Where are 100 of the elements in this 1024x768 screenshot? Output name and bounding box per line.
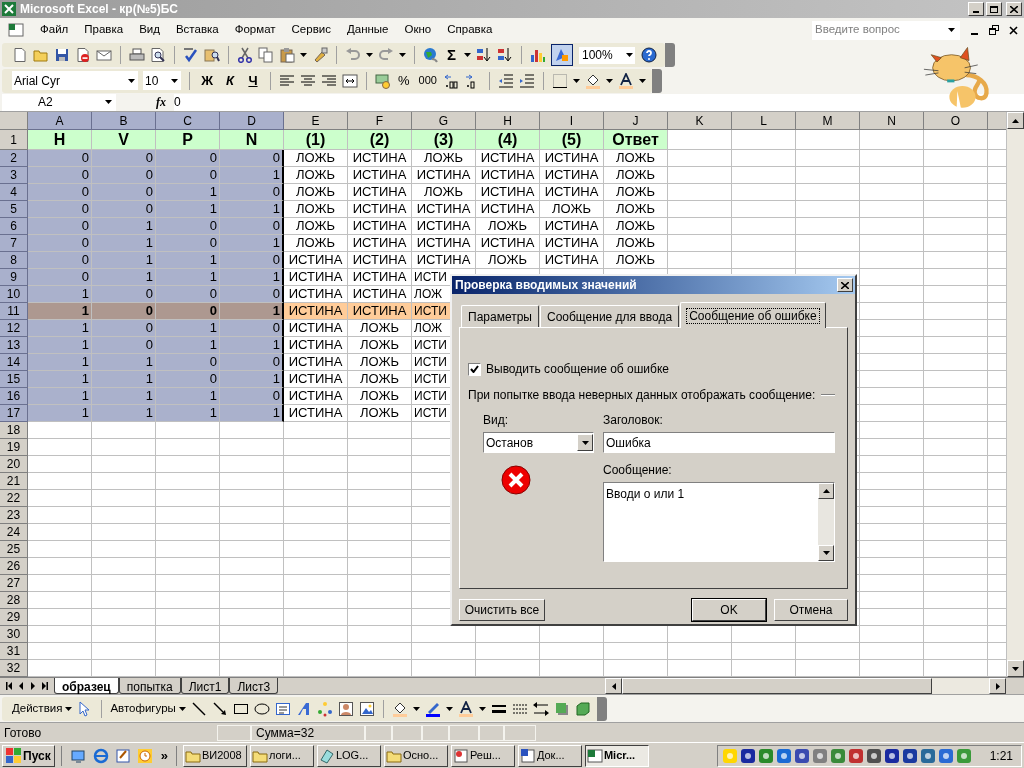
caret-icon[interactable] — [464, 53, 471, 57]
row-header[interactable]: 1 — [0, 130, 28, 150]
row-header[interactable]: 7 — [0, 235, 28, 252]
copy-icon[interactable] — [258, 47, 274, 63]
permission-icon[interactable] — [75, 47, 91, 63]
row-header[interactable]: 17 — [0, 405, 28, 422]
style-dropdown[interactable]: Останов — [483, 432, 594, 453]
checkbox[interactable] — [468, 362, 481, 376]
spelling-icon[interactable] — [183, 47, 199, 63]
paste-icon[interactable] — [279, 47, 295, 63]
toolbar-options-button[interactable] — [596, 696, 607, 721]
wordart-icon[interactable] — [295, 700, 312, 717]
print-icon[interactable] — [129, 47, 145, 63]
tray-icon[interactable] — [775, 747, 792, 764]
actions-menu-button[interactable]: Действия — [12, 699, 73, 718]
dialog-tab[interactable]: Параметры — [461, 305, 539, 327]
column-header[interactable]: F — [348, 112, 412, 130]
menu-item[interactable]: Окно — [396, 21, 440, 39]
close-button[interactable] — [1006, 2, 1022, 16]
row-header[interactable]: 13 — [0, 337, 28, 354]
column-header[interactable]: K — [668, 112, 732, 130]
column-header[interactable]: H — [476, 112, 540, 130]
message-text-area[interactable]: Вводи о или 1 — [603, 482, 835, 562]
caret-icon[interactable] — [178, 706, 186, 711]
name-box[interactable]: A2 — [2, 93, 116, 111]
caret-icon[interactable] — [105, 100, 112, 104]
sheet-tab[interactable]: образец — [54, 678, 119, 694]
column-header[interactable]: D — [220, 112, 284, 130]
menu-item[interactable]: Правка — [76, 21, 132, 39]
font-color-icon[interactable] — [617, 72, 634, 89]
row-header[interactable]: 32 — [0, 660, 28, 677]
tray-icon[interactable] — [919, 747, 936, 764]
scroll-thumb[interactable] — [622, 678, 932, 694]
close-icon[interactable] — [1009, 25, 1018, 35]
sheet-tab[interactable]: Лист1 — [180, 678, 230, 694]
percent-button[interactable]: % — [396, 70, 412, 91]
autoshapes-menu-button[interactable]: Автофигуры — [110, 699, 186, 718]
clear-all-button[interactable]: Очистить все — [459, 599, 545, 621]
italic-button[interactable]: К — [221, 70, 239, 91]
row-header[interactable]: 12 — [0, 320, 28, 337]
tray-icon[interactable] — [793, 747, 810, 764]
row-header[interactable]: 16 — [0, 388, 28, 405]
sheet-tab[interactable]: Лист3 — [229, 678, 279, 694]
autosum-button[interactable]: Σ — [444, 43, 459, 67]
dialog-button[interactable]: OK — [692, 599, 766, 621]
previous-sheet-icon[interactable] — [18, 682, 24, 690]
bold-button[interactable]: Ж — [198, 70, 216, 91]
increase-indent-icon[interactable] — [518, 72, 535, 89]
tray-icon[interactable] — [901, 747, 918, 764]
align-center-icon[interactable] — [300, 72, 316, 89]
taskbar-button[interactable]: Осно... — [383, 744, 448, 767]
caret-icon[interactable] — [300, 53, 307, 57]
clock-icon[interactable] — [136, 747, 153, 764]
scroll-down-button[interactable] — [1007, 660, 1024, 677]
toolbar-options-button[interactable] — [651, 68, 662, 93]
diagram-icon[interactable] — [316, 700, 333, 717]
cut-icon[interactable] — [237, 47, 253, 63]
column-header[interactable]: E — [284, 112, 348, 130]
caret-icon[interactable] — [626, 53, 633, 57]
next-sheet-icon[interactable] — [30, 682, 36, 690]
font-dropdown[interactable]: Arial Cyr — [12, 71, 138, 90]
format-painter-icon[interactable] — [312, 47, 328, 63]
row-header[interactable]: 14 — [0, 354, 28, 371]
formula-field[interactable]: 0 — [174, 93, 1024, 111]
row-header[interactable]: 19 — [0, 439, 28, 456]
column-header[interactable]: B — [92, 112, 156, 130]
minimize-button[interactable] — [968, 2, 984, 16]
column-header[interactable]: A — [28, 112, 92, 130]
menu-item[interactable]: Вид — [131, 21, 168, 39]
sheet-tab[interactable]: попытка — [118, 678, 181, 694]
fill-color-icon[interactable] — [584, 72, 601, 89]
scroll-right-button[interactable] — [989, 678, 1006, 694]
row-header[interactable]: 8 — [0, 252, 28, 269]
row-header[interactable]: 27 — [0, 575, 28, 592]
caret-icon[interactable] — [572, 78, 580, 83]
row-header[interactable]: 22 — [0, 490, 28, 507]
scroll-left-button[interactable] — [605, 678, 622, 694]
email-icon[interactable] — [96, 47, 112, 63]
row-header[interactable]: 9 — [0, 269, 28, 286]
caret-icon[interactable] — [65, 706, 73, 711]
caret-icon[interactable] — [948, 28, 955, 32]
tray-icon[interactable] — [883, 747, 900, 764]
taskbar-button[interactable]: LOG... — [316, 744, 381, 767]
taskbar-button[interactable]: ВИ2008 — [182, 744, 247, 767]
notepad-icon[interactable] — [114, 747, 131, 764]
dialog-tab[interactable]: Сообщение для ввода — [539, 305, 680, 327]
taskbar-button[interactable]: Док... — [517, 744, 582, 767]
drawing-toggle-button[interactable] — [551, 44, 573, 66]
row-header[interactable]: 25 — [0, 541, 28, 558]
currency-icon[interactable] — [375, 72, 391, 89]
sort-ascending-icon[interactable] — [476, 47, 492, 63]
caret-icon[interactable] — [128, 78, 135, 83]
row-header[interactable]: 21 — [0, 473, 28, 490]
font-color-icon[interactable] — [457, 700, 474, 717]
row-header[interactable]: 10 — [0, 286, 28, 303]
row-header[interactable]: 2 — [0, 150, 28, 167]
hyperlink-icon[interactable] — [423, 47, 439, 63]
arrow-icon[interactable] — [211, 700, 228, 717]
new-document-icon[interactable] — [12, 47, 28, 63]
underline-button[interactable]: Ч — [244, 70, 262, 91]
